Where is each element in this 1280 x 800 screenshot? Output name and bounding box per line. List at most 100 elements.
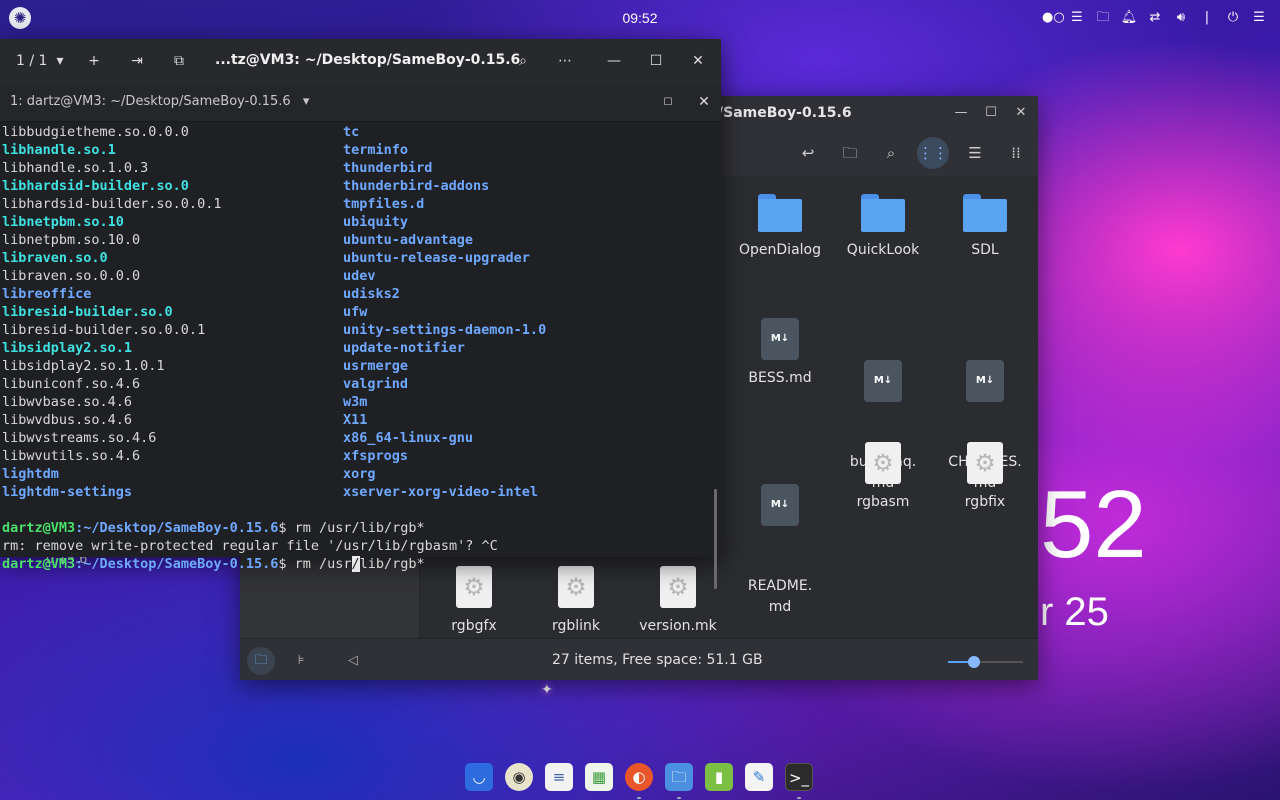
markdown-icon: M↓ (966, 360, 1004, 402)
file-item[interactable]: OpenDialog (730, 194, 830, 261)
folder-icon[interactable]: 🗀 (1094, 8, 1112, 28)
power-icon[interactable]: ⏻ (1224, 8, 1242, 28)
file-name: QuickLook (846, 242, 920, 258)
indicator-icon[interactable]: ●○ (1042, 8, 1065, 28)
file-name: README. md (747, 578, 813, 615)
bell-icon[interactable]: 🔔︎ (1120, 8, 1138, 28)
split-icon[interactable]: ⧉ (169, 51, 189, 71)
compact-view-icon[interactable]: ⁞⁞ (1000, 137, 1032, 169)
fm-statusbar: 🗀 ⊧ ◁ 27 items, Free space: 51.1 GB (240, 638, 1038, 680)
terminal-line: dartz@VM3:~/Desktop/SameBoy-0.15.6$ rm /… (0, 537, 714, 572)
file-item[interactable]: ⚙ rgbgfx (424, 566, 524, 637)
minimize-icon[interactable]: — (604, 51, 624, 71)
sidebar-menu-icon[interactable]: ☰ (1250, 8, 1268, 28)
listing-row: libnetpbm.so.10 ubiquity (0, 213, 714, 231)
terminal-line: dartz@VM3:~/Desktop/SameBoy-0.15.6$ rm /… (0, 501, 714, 536)
dock-item[interactable]: ◡ (462, 760, 496, 794)
maximize-icon[interactable]: ☐ (982, 104, 1000, 122)
icon-view-icon[interactable]: ⋮⋮ (917, 137, 949, 169)
zoom-slider-knob[interactable] (968, 656, 981, 668)
terminal-titlebar[interactable]: 1 / 1 ▾ + ⇥ ⧉ ...tz@VM3: ~/Desktop/SameB… (0, 39, 721, 84)
volume-icon[interactable]: 🔊︎ (1172, 8, 1190, 28)
top-panel: ✺ 09:52 ●○ ☰ 🗀 🔔︎ ⇄ 🔊︎ | ⏻ ☰ (0, 0, 1280, 36)
file-item[interactable]: QuickLook (833, 194, 933, 261)
terminal-scrollbar[interactable] (714, 489, 717, 589)
listing-entry: thunderbird-addons (343, 178, 490, 194)
executable-icon: ⚙ (660, 566, 696, 608)
dock-item[interactable]: ▦ (582, 760, 616, 794)
dock-item[interactable]: ◉ (502, 760, 536, 794)
file-item[interactable]: M↓ BESS.md (730, 318, 830, 389)
search-icon[interactable]: ⌕ (875, 137, 907, 169)
close-icon[interactable]: ✕ (688, 51, 708, 71)
network-icon[interactable]: ⇄ (1146, 8, 1164, 28)
command-input-rest[interactable]: lib/rgb* (360, 556, 425, 572)
listing-entry: terminfo (343, 142, 409, 158)
listing-entry: unity-settings-daemon-1.0 (343, 322, 547, 338)
listing-entry: lightdm-settings (2, 484, 133, 500)
file-name: OpenDialog (739, 242, 821, 258)
close-icon[interactable]: ✕ (1012, 104, 1030, 122)
command-input[interactable]: $ rm /usr (278, 556, 351, 572)
listing-row: libresid-builder.so.0.0.1 unity-settings-… (0, 321, 714, 339)
markdown-icon: M↓ (761, 318, 799, 360)
dock-item[interactable]: ✎ (742, 760, 776, 794)
file-item[interactable]: ⚙ rgbasm (833, 442, 933, 513)
file-item[interactable]: ⚙ rgblink (526, 566, 626, 637)
file-name: rgblink (551, 618, 601, 634)
listing-row: libhandle.so.1 terminfo (0, 141, 714, 159)
running-indicator (637, 797, 641, 799)
zoom-slider[interactable] (948, 656, 1023, 668)
listing-entry: libnetpbm.so.10 (2, 214, 124, 230)
terminal-output[interactable]: libbudgietheme.so.0.0.0 tc libhandle.so.1 t… (0, 123, 714, 572)
chevron-down-icon[interactable]: ▾ (303, 94, 310, 109)
file-item[interactable]: ⚙ rgbfix (935, 442, 1035, 513)
listing-entry: libraven.so.0.0.0 (2, 268, 141, 284)
detach-tab-icon[interactable]: ⇥ (127, 51, 147, 71)
file-item[interactable]: SDL (935, 194, 1035, 261)
tab-close-icon[interactable]: ✕ (694, 92, 714, 112)
dock-item[interactable]: ▮ (702, 760, 736, 794)
dock-item[interactable]: >_ (782, 760, 816, 799)
listing-entry: libwvbase.so.4.6 (2, 394, 133, 410)
places-icon[interactable]: 🗀 (247, 647, 275, 675)
desktop-clock-time: 52 (1040, 471, 1147, 578)
listing-entry: libbudgietheme.so.0.0.0 (2, 124, 189, 140)
maximize-icon[interactable]: ☐ (646, 51, 666, 71)
listing-entry: libwvstreams.so.4.6 (2, 430, 157, 446)
new-tab-icon[interactable]: + (84, 51, 104, 71)
listing-entry: xorg (343, 466, 376, 482)
listing-entry: libnetpbm.so.10.0 (2, 232, 141, 248)
tab-maximize-icon[interactable]: ☐ (658, 93, 678, 113)
dock-item[interactable]: 🗀 (662, 760, 696, 799)
dock-item[interactable]: ≡ (542, 760, 576, 794)
markdown-icon: M↓ (761, 484, 799, 526)
new-folder-icon[interactable]: 🗀 (834, 137, 866, 169)
file-name: BESS.md (748, 370, 812, 386)
folder-icon (758, 194, 802, 232)
file-item[interactable]: M↓ README. md (730, 442, 830, 660)
executable-icon: ⚙ (865, 442, 901, 484)
prompt-path: :~/Desktop/SameBoy-0.15.6 (75, 556, 279, 572)
back-icon[interactable]: ↩ (792, 137, 824, 169)
search-icon[interactable]: ⌕ (513, 51, 533, 71)
text-editor-icon: ≡ (545, 763, 573, 791)
tree-icon[interactable]: ⊧ (287, 647, 315, 675)
list-view-icon[interactable]: ☰ (959, 137, 991, 169)
menu-icon[interactable]: ☰ (1068, 8, 1086, 28)
dock: ◡ ◉ ≡ ▦ ◐ 🗀 ▮ ✎ >_ (462, 760, 816, 799)
dock-item[interactable]: ◐ (622, 760, 656, 799)
separator: | (1204, 10, 1210, 25)
listing-row: libhardsid-builder.so.0 thunderbird-addon… (0, 177, 714, 195)
terminal-line: rm: remove write-protected regular file … (0, 519, 714, 554)
terminal-title: ...tz@VM3: ~/Desktop/SameBoy-0.15.6 (215, 52, 521, 68)
collapse-sidebar-icon[interactable]: ◁ (339, 647, 367, 675)
listing-entry: libwvdbus.so.4.6 (2, 412, 133, 428)
minimize-icon[interactable]: — (952, 104, 970, 122)
tab-count[interactable]: 1 / 1 (16, 53, 47, 69)
chevron-down-icon[interactable]: ▾ (50, 51, 70, 71)
more-icon[interactable]: ⋯ (555, 51, 575, 71)
running-indicator (797, 797, 801, 799)
tab-1[interactable]: 1: dartz@VM3: ~/Desktop/SameBoy-0.15.6 ▾ (10, 94, 309, 109)
file-item[interactable]: ⚙ version.mk (628, 566, 728, 637)
